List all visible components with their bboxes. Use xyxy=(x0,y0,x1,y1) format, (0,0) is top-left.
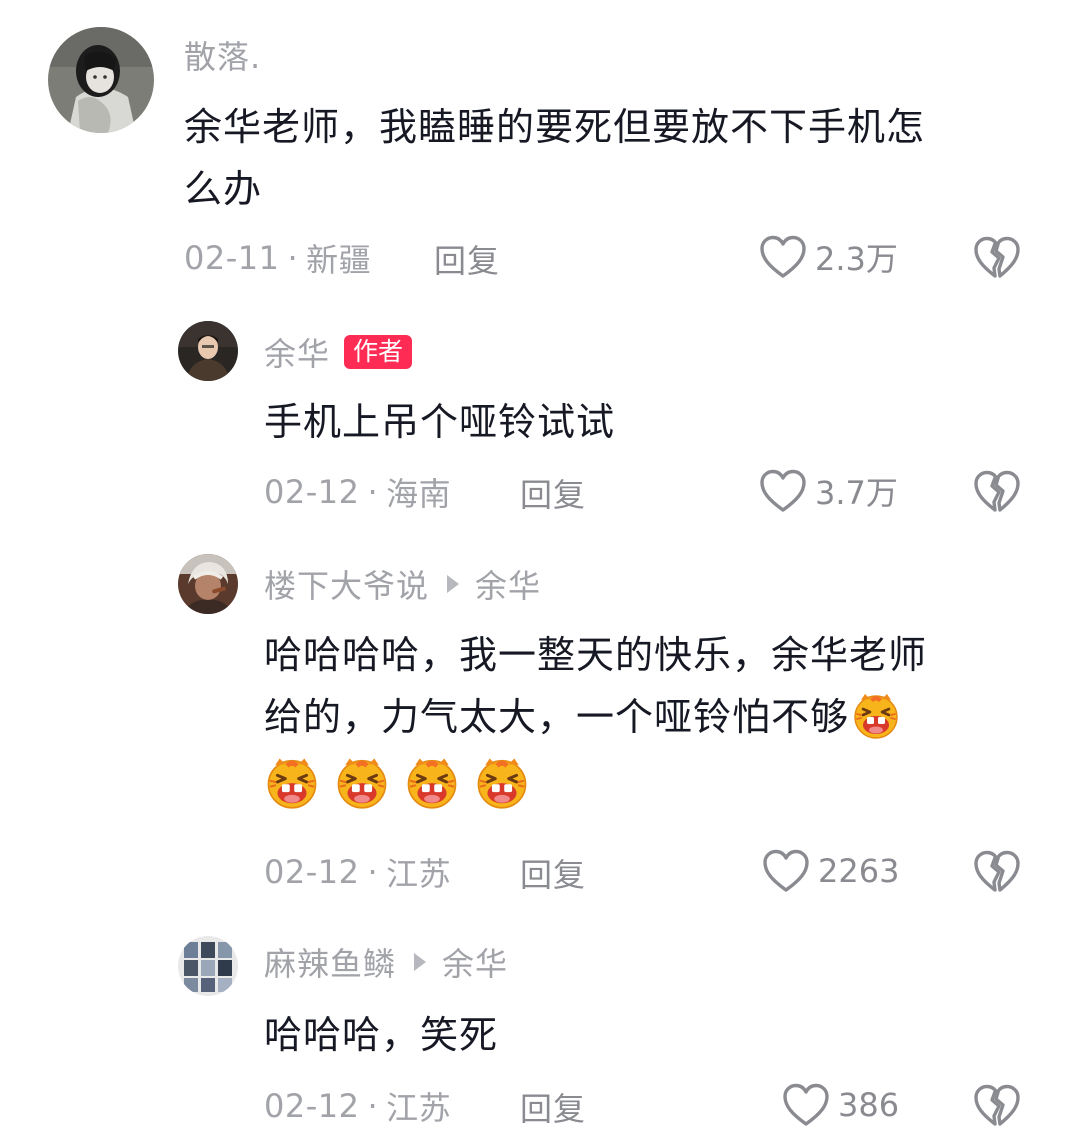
laughing-tiger-emoji xyxy=(474,754,530,810)
comment-item: 楼下大爷说 余华 哈哈哈哈，我一整天的快乐，余华老师 给的，力气太大，一个哑铃怕… xyxy=(0,540,1080,920)
meta-separator: · xyxy=(367,853,379,891)
reply-to-username[interactable]: 余华 xyxy=(475,561,541,607)
emoji-line xyxy=(264,748,1044,818)
reply-to-arrow-icon xyxy=(414,953,427,971)
laughing-tiger-emoji xyxy=(264,754,320,810)
reply-button[interactable]: 回复 xyxy=(434,236,500,282)
heart-outline-icon xyxy=(759,469,807,513)
laughing-tiger-emoji xyxy=(334,754,390,810)
comment-location: 江苏 xyxy=(386,1089,452,1127)
broken-heart-icon xyxy=(973,1084,1021,1128)
like-count: 386 xyxy=(838,1086,900,1124)
like-button[interactable]: 2263 xyxy=(762,848,899,894)
comment-header: 麻辣鱼鳞 余华 xyxy=(264,940,508,984)
dislike-button[interactable] xyxy=(973,850,1021,898)
comment-item: 麻辣鱼鳞 余华 哈哈哈，笑死 02-12 · 江苏 回复 386 xyxy=(0,920,1080,1145)
avatar[interactable] xyxy=(178,936,238,996)
like-count: 3.7万 xyxy=(815,474,898,512)
comment-text-line: 给的，力气太大，一个哑铃怕不够 xyxy=(264,686,1044,748)
laughing-tiger-emoji xyxy=(851,690,901,740)
like-count: 2263 xyxy=(818,852,900,890)
dislike-button[interactable] xyxy=(973,470,1021,518)
broken-heart-icon xyxy=(973,470,1021,514)
broken-heart-icon xyxy=(973,850,1021,894)
dislike-button[interactable] xyxy=(973,1084,1021,1132)
comment-header: 楼下大爷说 余华 xyxy=(264,562,541,606)
comment-text: 余华老师，我瞌睡的要死但要放不下手机怎 么办 xyxy=(184,96,1044,220)
comment-text: 哈哈哈，笑死 xyxy=(264,1004,1044,1066)
laughing-tiger-emoji xyxy=(404,754,460,810)
comment-item: 散落. 余华老师，我瞌睡的要死但要放不下手机怎 么办 02-11 · 新疆 回复… xyxy=(0,0,1080,300)
comment-meta: 02-12 · 江苏 xyxy=(264,1084,451,1128)
avatar[interactable] xyxy=(48,27,154,133)
comment-text-line: 么办 xyxy=(184,167,263,211)
reply-button[interactable]: 回复 xyxy=(520,1084,586,1130)
comment-text-line: 余华老师，我瞌睡的要死但要放不下手机怎 xyxy=(184,105,926,149)
comment-location: 江苏 xyxy=(386,855,452,893)
comment-date: 02-12 xyxy=(264,853,360,891)
username[interactable]: 麻辣鱼鳞 xyxy=(264,939,396,985)
heart-outline-icon xyxy=(782,1083,830,1127)
reply-button[interactable]: 回复 xyxy=(520,470,586,516)
username[interactable]: 余华 xyxy=(264,329,330,375)
comment-header: 散落. xyxy=(184,33,261,77)
meta-separator: · xyxy=(287,239,299,277)
avatar[interactable] xyxy=(178,321,238,381)
meta-separator: · xyxy=(367,473,379,511)
author-badge: 作者 xyxy=(344,335,413,369)
username[interactable]: 楼下大爷说 xyxy=(264,561,429,607)
reply-button[interactable]: 回复 xyxy=(520,850,586,896)
reply-to-arrow-icon xyxy=(447,575,460,593)
comment-date: 02-12 xyxy=(264,473,360,511)
like-button[interactable]: 386 xyxy=(782,1082,899,1128)
comment-date: 02-11 xyxy=(184,239,280,277)
comment-text: 哈哈哈哈，我一整天的快乐，余华老师 给的，力气太大，一个哑铃怕不够 xyxy=(264,624,1044,818)
like-count: 2.3万 xyxy=(815,240,898,278)
comment-meta: 02-12 · 江苏 xyxy=(264,850,451,894)
comment-meta: 02-11 · 新疆 xyxy=(184,236,371,280)
username[interactable]: 散落. xyxy=(184,32,261,78)
comment-header: 余华 作者 xyxy=(264,329,413,375)
heart-outline-icon xyxy=(759,235,807,279)
comment-location: 新疆 xyxy=(306,241,372,279)
comment-location: 海南 xyxy=(386,475,452,513)
comment-text-segment: 给的，力气太大，一个哑铃怕不够 xyxy=(264,695,850,739)
comment-text-line: 手机上吊个哑铃试试 xyxy=(264,400,616,444)
comment-meta: 02-12 · 海南 xyxy=(264,470,451,514)
meta-separator: · xyxy=(367,1087,379,1125)
comment-date: 02-12 xyxy=(264,1087,360,1125)
comment-text: 手机上吊个哑铃试试 xyxy=(264,391,1044,453)
avatar[interactable] xyxy=(178,554,238,614)
like-button[interactable]: 3.7万 xyxy=(759,468,898,514)
dislike-button[interactable] xyxy=(973,236,1021,284)
heart-outline-icon xyxy=(762,849,810,893)
like-button[interactable]: 2.3万 xyxy=(759,234,898,280)
broken-heart-icon xyxy=(973,236,1021,280)
comment-text-line: 哈哈哈哈，我一整天的快乐，余华老师 xyxy=(264,633,928,677)
comment-text-line: 哈哈哈，笑死 xyxy=(264,1013,499,1057)
comment-item: 余华 作者 手机上吊个哑铃试试 02-12 · 海南 回复 3.7万 xyxy=(0,300,1080,540)
reply-to-username[interactable]: 余华 xyxy=(442,939,508,985)
